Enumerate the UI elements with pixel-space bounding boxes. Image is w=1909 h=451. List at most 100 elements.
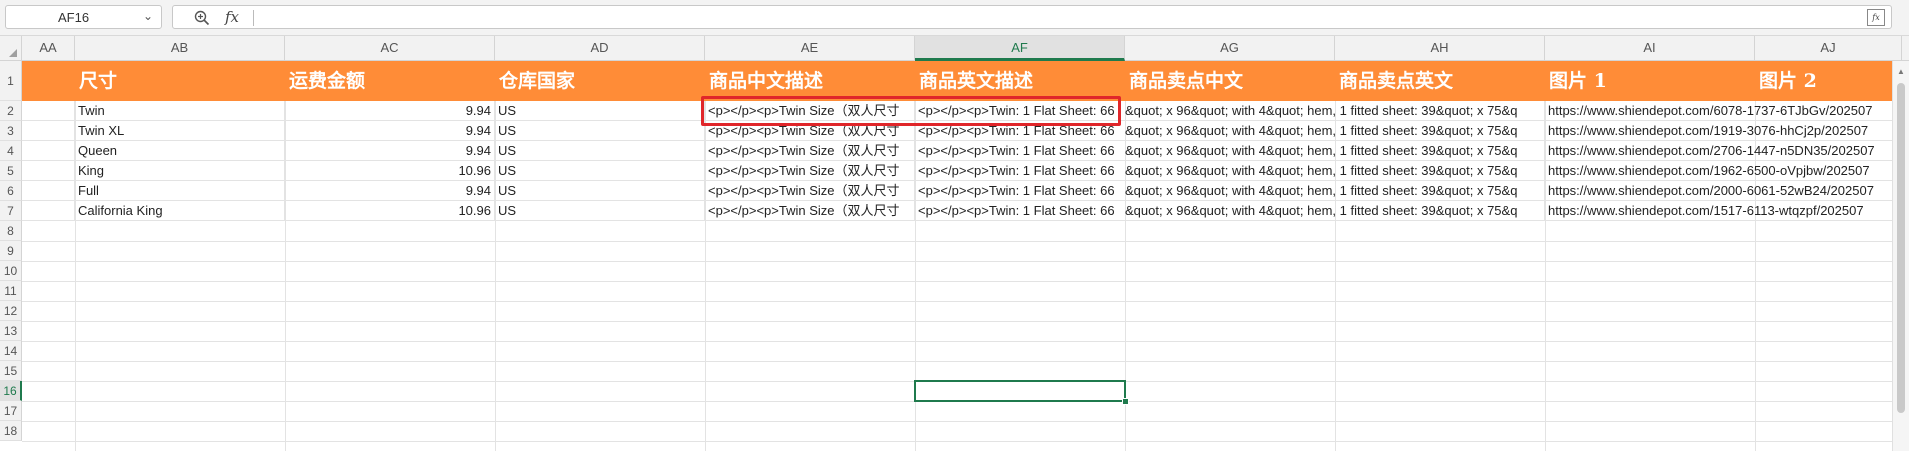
table-cell[interactable]: Twin [75,101,285,121]
row-header-16[interactable]: 16 [0,381,22,401]
table-cell[interactable] [22,141,75,161]
scrollbar-thumb[interactable] [1897,83,1905,413]
header-cell-en-description[interactable]: 商品英文描述 [915,61,1125,101]
table-cell[interactable] [22,161,75,181]
column-header-ag[interactable]: AG [1125,36,1335,60]
table-cell[interactable] [22,181,75,201]
column-header-ad[interactable]: AD [495,36,705,60]
row-header-17[interactable]: 17 [0,401,22,421]
expand-formula-icon[interactable]: fx [1867,9,1885,26]
table-cell[interactable]: &quot; x 96&quot; with 4&quot; hem, 1 fi… [1125,121,1545,141]
header-cell-image-2[interactable]: 图片 2 [1755,61,1902,101]
row-header-7[interactable]: 7 [0,201,22,221]
column-header-ae[interactable]: AE [705,36,915,60]
header-cell-size[interactable]: 尺寸 [75,61,285,101]
table-cell[interactable]: <p></p><p>Twin Size（双人尺寸 [705,181,915,201]
table-cell[interactable]: 10.96 [285,161,495,181]
row-header-9[interactable]: 9 [0,241,22,261]
table-cell[interactable]: King [75,161,285,181]
fill-handle[interactable] [1122,398,1129,405]
table-cell[interactable]: California King [75,201,285,221]
formula-input[interactable] [263,8,1847,28]
row-header-12[interactable]: 12 [0,301,22,321]
row-header-5[interactable]: 5 [0,161,22,181]
table-cell[interactable]: https://www.shiendepot.com/2000-6061-52w… [1545,181,1902,201]
scroll-up-icon[interactable]: ▲ [1897,67,1905,76]
header-cell-cn-description[interactable]: 商品中文描述 [705,61,915,101]
table-cell[interactable]: 10.96 [285,201,495,221]
table-cell[interactable]: <p></p><p>Twin: 1 Flat Sheet: 66 [915,201,1125,221]
table-cell[interactable]: Queen [75,141,285,161]
table-cell[interactable]: &quot; x 96&quot; with 4&quot; hem, 1 fi… [1125,141,1545,161]
table-cell[interactable]: &quot; x 96&quot; with 4&quot; hem, 1 fi… [1125,201,1545,221]
grid-line [22,441,1902,442]
table-cell[interactable]: &quot; x 96&quot; with 4&quot; hem, 1 fi… [1125,181,1545,201]
chevron-down-icon[interactable]: ⌄ [143,9,153,23]
table-cell[interactable]: <p></p><p>Twin Size（双人尺寸 [705,141,915,161]
table-cell[interactable]: https://www.shiendepot.com/1962-6500-oVp… [1545,161,1902,181]
table-cell[interactable]: &quot; x 96&quot; with 4&quot; hem, 1 fi… [1125,101,1545,121]
table-cell[interactable]: https://www.shiendepot.com/1919-3076-hhC… [1545,121,1902,141]
row-header-11[interactable]: 11 [0,281,22,301]
table-cell[interactable]: https://www.shiendepot.com/6078-1737-6TJ… [1545,101,1902,121]
row-header-4[interactable]: 4 [0,141,22,161]
row-header-1[interactable]: 1 [0,61,22,101]
table-cell[interactable]: 9.94 [285,141,495,161]
header-cell-shipping-fee[interactable]: 运费金额 [285,61,495,101]
column-header-bar: AA AB AC AD AE AF AG AH AI AJ [0,36,1909,61]
grid-line [22,301,1902,302]
table-cell[interactable]: Full [75,181,285,201]
header-cell-en-selling-points[interactable]: 商品卖点英文 [1335,61,1545,101]
table-cell[interactable]: 9.94 [285,121,495,141]
table-cell[interactable]: US [495,161,705,181]
table-cell[interactable]: US [495,101,705,121]
magnifier-icon[interactable] [193,9,211,27]
table-cell[interactable]: https://www.shiendepot.com/1517-6113-wtq… [1545,201,1902,221]
column-header-ah[interactable]: AH [1335,36,1545,60]
table-cell[interactable]: US [495,181,705,201]
header-cell-aa[interactable] [22,61,75,101]
column-header-ai[interactable]: AI [1545,36,1755,60]
table-cell[interactable]: <p></p><p>Twin Size（双人尺寸 [705,161,915,181]
table-cell[interactable]: Twin XL [75,121,285,141]
table-cell[interactable] [22,101,75,121]
highlight-box [701,96,1121,126]
table-cell[interactable]: US [495,121,705,141]
row-header-14[interactable]: 14 [0,341,22,361]
table-cell[interactable]: US [495,201,705,221]
table-cell[interactable] [22,201,75,221]
table-cell[interactable]: https://www.shiendepot.com/2706-1447-n5D… [1545,141,1902,161]
row-header-2[interactable]: 2 [0,101,22,121]
name-box-value: AF16 [58,10,90,25]
name-box[interactable]: AF16 ⌄ [5,5,162,29]
row-header-8[interactable]: 8 [0,221,22,241]
column-header-af[interactable]: AF [915,36,1125,61]
row-header-18[interactable]: 18 [0,421,22,441]
header-cell-warehouse-country[interactable]: 仓库国家 [495,61,705,101]
header-cell-image-1[interactable]: 图片 1 [1545,61,1755,101]
row-header-15[interactable]: 15 [0,361,22,381]
column-header-ac[interactable]: AC [285,36,495,60]
column-header-ab[interactable]: AB [75,36,285,60]
table-cell[interactable]: 9.94 [285,101,495,121]
function-icon[interactable]: fx [225,8,239,26]
row-header-3[interactable]: 3 [0,121,22,141]
row-header-10[interactable]: 10 [0,261,22,281]
formula-separator [253,10,254,26]
table-cell[interactable]: 9.94 [285,181,495,201]
table-cell[interactable]: &quot; x 96&quot; with 4&quot; hem, 1 fi… [1125,161,1545,181]
vertical-scrollbar[interactable]: ▲ [1892,61,1909,451]
table-cell[interactable]: <p></p><p>Twin: 1 Flat Sheet: 66 [915,181,1125,201]
column-header-aa[interactable]: AA [22,36,75,60]
row-header-6[interactable]: 6 [0,181,22,201]
table-cell[interactable]: US [495,141,705,161]
table-cell[interactable]: <p></p><p>Twin: 1 Flat Sheet: 66 [915,141,1125,161]
row-header-13[interactable]: 13 [0,321,22,341]
table-cell[interactable]: <p></p><p>Twin Size（双人尺寸 [705,201,915,221]
column-header-aj[interactable]: AJ [1755,36,1902,60]
table-cell[interactable]: <p></p><p>Twin: 1 Flat Sheet: 66 [915,161,1125,181]
header-cell-cn-selling-points[interactable]: 商品卖点中文 [1125,61,1335,101]
select-all-button[interactable] [0,36,22,61]
selected-cell[interactable] [914,380,1126,402]
table-cell[interactable] [22,121,75,141]
